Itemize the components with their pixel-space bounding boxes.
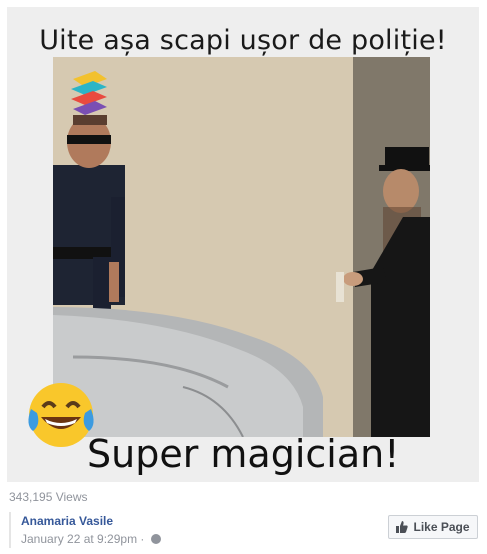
brand-logo-icon bbox=[71, 71, 107, 115]
globe-icon[interactable] bbox=[150, 534, 161, 544]
views-count: 343,195 Views bbox=[9, 490, 88, 504]
like-page-label: Like Page bbox=[413, 520, 470, 534]
thumbs-up-icon bbox=[396, 521, 409, 533]
page-info: Anamaria Vasile January 22 at 9:29pm · bbox=[9, 512, 161, 548]
bottom-caption: Super magician! bbox=[87, 432, 400, 476]
page-name-link[interactable]: Anamaria Vasile bbox=[21, 513, 161, 529]
timestamp-text[interactable]: January 22 at 9:29pm bbox=[21, 532, 137, 546]
meta-separator: · bbox=[140, 532, 145, 546]
top-caption: Uite așa scapi ușor de poliție! bbox=[39, 25, 447, 56]
video-card[interactable]: Uite așa scapi ușor de poliție! Super ma… bbox=[7, 7, 479, 482]
post-timestamp[interactable]: January 22 at 9:29pm · bbox=[21, 531, 161, 547]
like-page-button[interactable]: Like Page bbox=[388, 515, 478, 539]
